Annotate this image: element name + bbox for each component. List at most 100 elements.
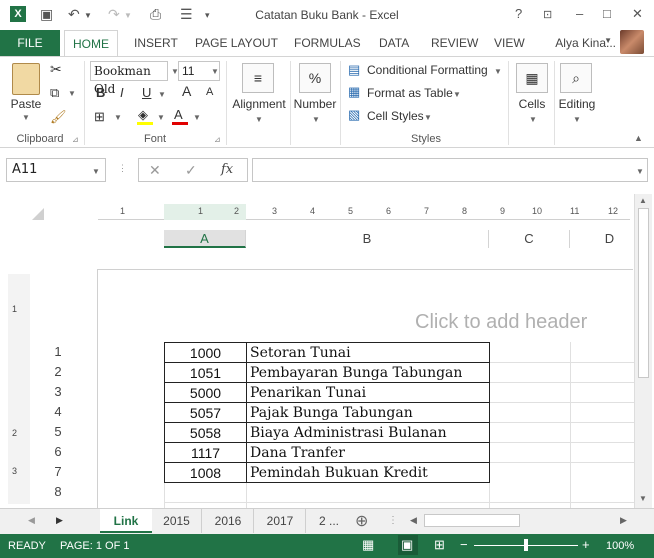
close-button[interactable]: ✕	[632, 6, 643, 22]
row-header-5[interactable]: 5	[40, 422, 76, 442]
cell-description[interactable]: Pembayaran Bunga Tabungan	[246, 362, 490, 383]
cells-button[interactable]: Cells	[510, 97, 554, 111]
scroll-up-icon[interactable]: ▲	[639, 196, 647, 205]
hscroll-left-icon[interactable]: ◀	[410, 515, 417, 526]
scroll-tabs-left-icon[interactable]: ◀	[28, 515, 35, 526]
alignment-dropdown-icon[interactable]: ▼	[255, 115, 263, 124]
tab-home[interactable]: HOME	[64, 30, 118, 56]
sheet-tab-link[interactable]: Link	[100, 509, 152, 533]
tab-file[interactable]: FILE	[0, 30, 60, 56]
hscroll-right-icon[interactable]: ▶	[620, 515, 627, 526]
formula-input[interactable]	[252, 158, 648, 182]
row-header-4[interactable]: 4	[40, 402, 76, 422]
sheet-tab-2017[interactable]: 2017	[255, 509, 306, 533]
zoom-slider-thumb[interactable]	[524, 539, 528, 551]
cell-code[interactable]: 1000	[164, 342, 247, 363]
collapse-ribbon-icon[interactable]: ▲	[634, 133, 643, 143]
grow-font-button[interactable]: A	[182, 83, 191, 99]
minimize-button[interactable]: –	[576, 6, 583, 21]
cell-code[interactable]: 5057	[164, 402, 247, 423]
sheet-tab-more[interactable]: 2 ...	[312, 509, 346, 533]
borders-dropdown-icon[interactable]: ▼	[114, 113, 122, 122]
paste-icon[interactable]	[12, 63, 40, 95]
bold-button[interactable]: B	[96, 85, 105, 100]
font-name-select[interactable]: Bookman Old	[90, 61, 168, 96]
cell-code[interactable]: 5058	[164, 422, 247, 443]
scroll-thumb[interactable]	[638, 208, 649, 378]
cell-description[interactable]: Pemindah Bukuan Kredit	[246, 462, 490, 483]
copy-icon[interactable]: ⧉	[50, 85, 59, 101]
row-header-8[interactable]: 8	[40, 482, 76, 502]
vertical-scrollbar[interactable]: ▲ ▼	[634, 194, 652, 508]
copy-dropdown-icon[interactable]: ▼	[68, 89, 76, 98]
tab-page-layout[interactable]: PAGE LAYOUT	[195, 30, 278, 56]
font-launcher-icon[interactable]: ⊿	[214, 135, 221, 144]
row-header-6[interactable]: 6	[40, 442, 76, 462]
page-layout-view-icon[interactable]: ▣	[401, 537, 413, 553]
column-header-c[interactable]: C	[489, 230, 570, 248]
cell-code[interactable]: 1008	[164, 462, 247, 483]
italic-button[interactable]: I	[120, 85, 124, 100]
editing-dropdown-icon[interactable]: ▼	[573, 115, 581, 124]
number-button[interactable]: Number	[292, 97, 338, 111]
splitter-icon[interactable]: ⋮	[118, 163, 127, 174]
insert-function-icon[interactable]: fx	[221, 162, 233, 177]
page-break-preview-icon[interactable]: ⊞	[434, 537, 445, 553]
row-header-2[interactable]: 2	[40, 362, 76, 382]
row-header-1[interactable]: 1	[40, 342, 76, 362]
hscroll-thumb[interactable]	[424, 514, 520, 527]
avatar[interactable]	[620, 30, 644, 54]
name-box[interactable]: A11	[6, 158, 106, 182]
add-sheet-icon[interactable]: ⊕	[355, 511, 368, 531]
normal-view-icon[interactable]: ▦	[362, 537, 374, 553]
cell-styles-dropdown-icon[interactable]: ▼	[424, 113, 432, 122]
conditional-formatting-icon[interactable]: ▤	[348, 62, 360, 78]
column-header-a[interactable]: A	[164, 230, 246, 248]
scroll-tabs-right-icon[interactable]: ▶	[56, 515, 63, 526]
zoom-in-icon[interactable]: +	[582, 537, 590, 552]
fill-color-dropdown-icon[interactable]: ▼	[157, 113, 165, 122]
conditional-formatting-button[interactable]: Conditional Formatting	[367, 63, 488, 77]
cell-styles-icon[interactable]: ▧	[348, 107, 360, 123]
tab-splitter-icon[interactable]: ⋮	[388, 515, 398, 526]
paste-button[interactable]: Paste	[8, 97, 44, 111]
cell-description[interactable]: Pajak Bunga Tabungan	[246, 402, 490, 423]
cell-description[interactable]: Biaya Administrasi Bulanan	[246, 422, 490, 443]
sheet-tab-2016[interactable]: 2016	[203, 509, 254, 533]
ribbon-display-icon[interactable]: ⊡	[543, 8, 552, 21]
select-all-corner[interactable]	[32, 208, 44, 220]
cell-description[interactable]: Dana Tranfer	[246, 442, 490, 463]
cells-dropdown-icon[interactable]: ▼	[529, 115, 537, 124]
help-icon[interactable]: ?	[515, 6, 522, 21]
tab-review[interactable]: REVIEW	[431, 30, 478, 56]
number-icon[interactable]: %	[299, 63, 331, 93]
zoom-out-icon[interactable]: −	[460, 537, 468, 552]
zoom-level[interactable]: 100%	[606, 540, 634, 552]
cell-styles-button[interactable]: Cell Styles	[367, 109, 424, 123]
paste-dropdown-icon[interactable]: ▼	[22, 113, 30, 122]
format-as-table-button[interactable]: Format as Table	[367, 86, 453, 100]
scroll-down-icon[interactable]: ▼	[639, 494, 647, 503]
column-header-b[interactable]: B	[246, 230, 489, 248]
underline-dropdown-icon[interactable]: ▼	[158, 90, 166, 99]
underline-button[interactable]: U	[142, 85, 151, 100]
cell-code[interactable]: 1117	[164, 442, 247, 463]
tab-data[interactable]: DATA	[379, 30, 409, 56]
format-as-table-icon[interactable]: ▦	[348, 84, 360, 100]
tab-formulas[interactable]: FORMULAS	[294, 30, 361, 56]
row-header-3[interactable]: 3	[40, 382, 76, 402]
font-size-dropdown-icon[interactable]: ▼	[211, 67, 219, 76]
format-painter-icon[interactable]: 🖌	[50, 109, 67, 125]
maximize-button[interactable]: □	[603, 6, 611, 21]
conditional-formatting-dropdown-icon[interactable]: ▼	[494, 67, 502, 76]
cell-code[interactable]: 5000	[164, 382, 247, 403]
binoculars-icon[interactable]: ⌕	[560, 63, 592, 93]
fill-color-icon[interactable]: ◈	[138, 107, 148, 123]
name-box-dropdown-icon[interactable]: ▼	[92, 167, 100, 176]
cell-description[interactable]: Penarikan Tunai	[246, 382, 490, 403]
cell-description[interactable]: Setoran Tunai	[246, 342, 490, 363]
user-dropdown-icon[interactable]: ▼	[604, 36, 612, 45]
editing-button[interactable]: Editing	[554, 97, 600, 111]
alignment-icon[interactable]: ≡	[242, 63, 274, 93]
borders-icon[interactable]: ⊞	[94, 109, 105, 125]
